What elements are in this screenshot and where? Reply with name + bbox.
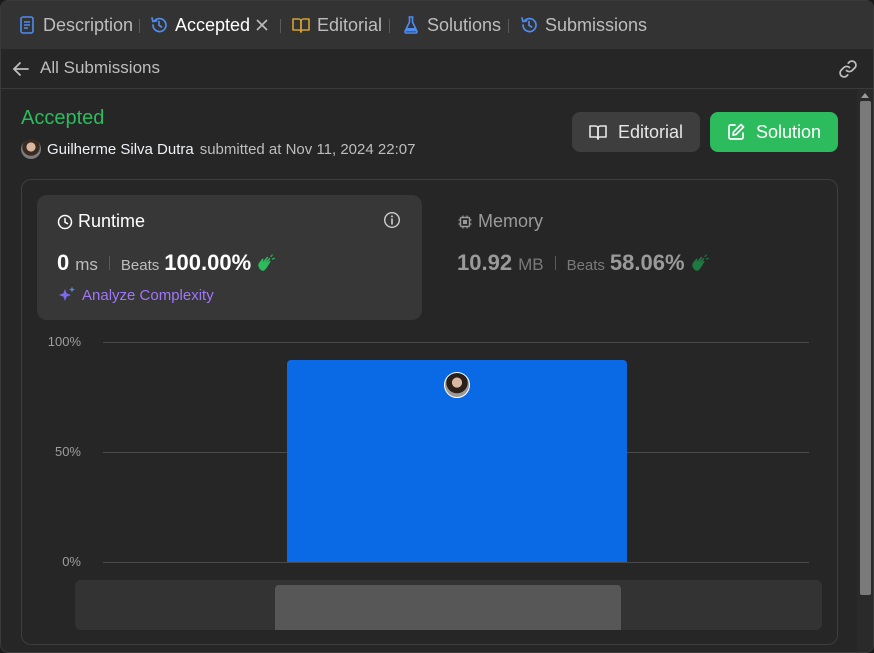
button-label: Solution (756, 121, 822, 142)
divider (554, 256, 556, 270)
beats-label: Beats (566, 257, 605, 274)
edit-icon (728, 123, 745, 140)
all-submissions-link[interactable]: All Submissions (40, 58, 160, 78)
tab-bar: Description Accepted Editorial Solutions… (1, 1, 873, 49)
sparkle-icon (59, 286, 75, 301)
editorial-button[interactable]: Editorial (572, 112, 700, 152)
submission-byline: Guilherme Silva Dutra submitted at Nov 1… (21, 139, 415, 159)
memory-title[interactable]: Memory (457, 211, 543, 232)
history-icon (151, 17, 167, 33)
scrollbar-thumb[interactable] (860, 101, 871, 595)
runtime-unit: ms (75, 255, 98, 274)
arrow-left-icon[interactable] (11, 59, 31, 79)
chart-gridline (103, 342, 809, 343)
info-icon[interactable] (383, 211, 401, 229)
chart-y-tick-label: 0% (62, 554, 81, 569)
chip-icon (458, 215, 472, 228)
tab-divider (508, 19, 509, 33)
memory-beats-value: 58.06% (609, 250, 685, 275)
avatar[interactable] (21, 139, 41, 159)
clap-icon (691, 254, 709, 271)
link-icon[interactable] (837, 58, 859, 80)
username-link[interactable]: Guilherme Silva Dutra (47, 141, 194, 158)
memory-unit: MB (518, 255, 544, 274)
submission-status: Accepted (21, 107, 105, 129)
analyze-complexity-button[interactable]: Analyze Complexity (57, 285, 214, 305)
tab-divider (280, 19, 281, 33)
submitted-at-text: submitted at Nov 11, 2024 22:07 (199, 140, 416, 158)
submission-panel: Description Accepted Editorial Solutions… (0, 0, 874, 653)
tab-accepted[interactable]: Accepted (149, 1, 250, 49)
submission-subheader: All Submissions (1, 49, 873, 89)
tab-label: Accepted (175, 14, 251, 35)
tab-divider (139, 19, 140, 33)
runtime-title: Runtime (57, 211, 145, 232)
chart-gridline (103, 562, 809, 563)
memory-values: 10.92 MB Beats 58.06% (457, 250, 709, 276)
chart-y-tick-label: 50% (54, 444, 81, 459)
runtime-beats-value: 100.00% (164, 250, 252, 275)
chart-y-tick-label: 100% (47, 334, 81, 349)
book-icon (292, 18, 310, 33)
tab-label: Description (43, 14, 134, 35)
history-icon (521, 17, 537, 33)
description-icon (20, 16, 34, 34)
tab-label: Submissions (545, 14, 648, 35)
tab-description[interactable]: Description (17, 1, 133, 49)
clap-icon (258, 254, 276, 271)
scroll-up-arrow-icon[interactable] (861, 93, 869, 98)
divider (108, 256, 110, 270)
beats-label: Beats (120, 257, 160, 274)
analyze-label: Analyze Complexity (82, 286, 214, 304)
clock-icon (57, 214, 73, 229)
flask-icon (404, 16, 418, 34)
close-icon[interactable] (254, 17, 270, 33)
book-icon (589, 125, 607, 140)
memory-value: 10.92 (457, 250, 513, 275)
button-label: Editorial (618, 121, 684, 142)
tab-label: Editorial (317, 14, 383, 35)
runtime-values: 0 ms Beats 100.00% (57, 250, 276, 276)
tab-submissions[interactable]: Submissions (519, 1, 647, 49)
memory-label: Memory (478, 211, 544, 231)
tab-editorial[interactable]: Editorial (291, 1, 382, 49)
solution-button[interactable]: Solution (710, 112, 838, 152)
tab-solutions[interactable]: Solutions (401, 1, 501, 49)
chart-range-window[interactable] (275, 585, 621, 630)
chart-user-avatar (444, 371, 470, 398)
tab-label: Solutions (427, 14, 502, 35)
runtime-value: 0 (57, 250, 70, 275)
runtime-label: Runtime (78, 211, 146, 231)
tab-divider (389, 19, 390, 33)
